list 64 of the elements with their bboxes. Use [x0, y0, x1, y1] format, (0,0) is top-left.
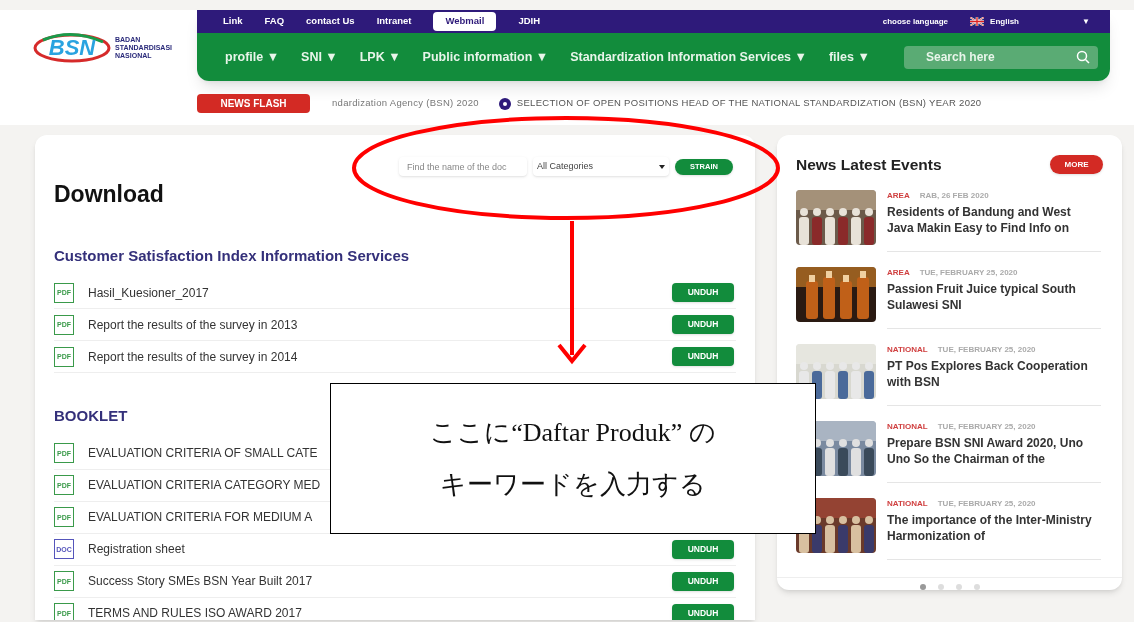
menu-item[interactable]: Standardization Information Services ▼ — [570, 47, 807, 67]
news-category: AREA — [887, 267, 910, 280]
file-name[interactable]: EVALUATION CRITERIA FOR MEDIUM A — [88, 508, 313, 526]
news-headline[interactable]: The importance of the Inter-Ministry Harmonization of — [887, 512, 1093, 545]
flag-icon — [970, 17, 985, 26]
caret-icon: ▼ — [1082, 15, 1090, 28]
news-title: News Latest Events — [796, 155, 942, 175]
top-link[interactable]: Link — [223, 14, 243, 29]
category-dropdown[interactable]: All Categories — [533, 157, 669, 176]
top-link[interactable]: Webmail — [433, 12, 497, 31]
news-flash-badge: NEWS FLASH — [197, 94, 310, 113]
file-name[interactable]: Registration sheet — [88, 540, 185, 558]
section-heading: Customer Satisfaction Index Information Services — [54, 245, 411, 266]
page-title: Download — [54, 180, 164, 209]
file-name[interactable]: EVALUATION CRITERIA CATEGORY MED — [88, 476, 321, 494]
file-name[interactable]: Success Story SMEs BSN Year Built 2017 — [88, 572, 313, 590]
logo-text: BSN — [48, 37, 96, 59]
top-link[interactable]: JDIH — [518, 14, 541, 29]
language-value: English — [990, 15, 1020, 28]
news-date: RAB, 26 FEB 2020 — [919, 190, 989, 203]
bullet-icon — [498, 97, 511, 110]
callout-text: キーワードを入力する — [440, 469, 706, 500]
download-button[interactable]: UNDUH — [672, 539, 734, 559]
language-label: choose language — [882, 15, 949, 28]
document-search-field[interactable]: Find the name of the doc — [399, 157, 527, 176]
news-flash-text: SELECTION OF OPEN POSITIONS HEAD OF THE NATIONAL STANDARDIZATION (BSN) YEAR 2020 — [516, 96, 982, 111]
menu-item[interactable]: SNI ▼ — [301, 47, 338, 67]
news-date: TUE, FEBRUARY 25, 2020 — [937, 498, 1036, 511]
news-date: TUE, FEBRUARY 25, 2020 — [919, 267, 1018, 280]
menu-item[interactable]: files ▼ — [828, 47, 870, 67]
logo-ring-icon — [33, 32, 111, 64]
section-heading: BOOKLET — [54, 406, 129, 426]
top-link[interactable]: Intranet — [376, 14, 412, 29]
news-headline[interactable]: Prepare BSN SNI Award 2020, Uno Uno So the Chairman of the — [887, 435, 1093, 468]
download-button[interactable]: UNDUH — [672, 315, 734, 334]
download-button[interactable]: UNDUH — [672, 347, 734, 366]
menu-item[interactable]: Public information ▼ — [422, 47, 549, 67]
download-button[interactable]: UNDUH — [672, 283, 734, 302]
news-flash-text: ndardization Agency (BSN) 2020 — [332, 96, 479, 111]
news-headline[interactable]: Residents of Bandung and West Java Makin Easy to Find Info on — [887, 204, 1093, 237]
file-name[interactable]: Hasil_Kuesioner_2017 — [88, 283, 209, 302]
search-field[interactable]: Search here — [904, 45, 1098, 69]
news-category: NATIONAL — [887, 421, 928, 434]
news-headline[interactable]: Passion Fruit Juice typical South Sulawesi SNI — [887, 281, 1093, 314]
search-icon — [1076, 49, 1090, 64]
top-link[interactable]: contact Us — [306, 14, 355, 29]
menu-item[interactable]: LPK ▼ — [359, 47, 401, 67]
file-name[interactable]: EVALUATION CRITERIA OF SMALL CATE — [88, 444, 318, 462]
menu-item[interactable]: profile ▼ — [225, 47, 280, 67]
file-name[interactable]: TERMS AND RULES ISO AWARD 2017 — [88, 604, 302, 620]
news-category: NATIONAL — [887, 344, 928, 357]
news-category: AREA — [887, 190, 910, 203]
more-button[interactable]: MORE — [1050, 155, 1103, 175]
news-date: TUE, FEBRUARY 25, 2020 — [937, 344, 1036, 357]
callout-text: ここに“Daftar Produk” の — [430, 417, 716, 448]
download-button[interactable]: UNDUH — [672, 603, 734, 620]
news-headline[interactable]: PT Pos Explores Back Cooperation with BSN — [887, 358, 1093, 391]
file-name[interactable]: Report the results of the survey in 2013 — [88, 315, 298, 334]
caret-icon — [659, 164, 665, 169]
news-date: TUE, FEBRUARY 25, 2020 — [937, 421, 1036, 434]
news-category: NATIONAL — [887, 498, 928, 511]
file-name[interactable]: Report the results of the survey in 2014 — [88, 347, 298, 366]
top-link[interactable]: FAQ — [264, 14, 285, 29]
download-button[interactable]: UNDUH — [672, 571, 734, 591]
